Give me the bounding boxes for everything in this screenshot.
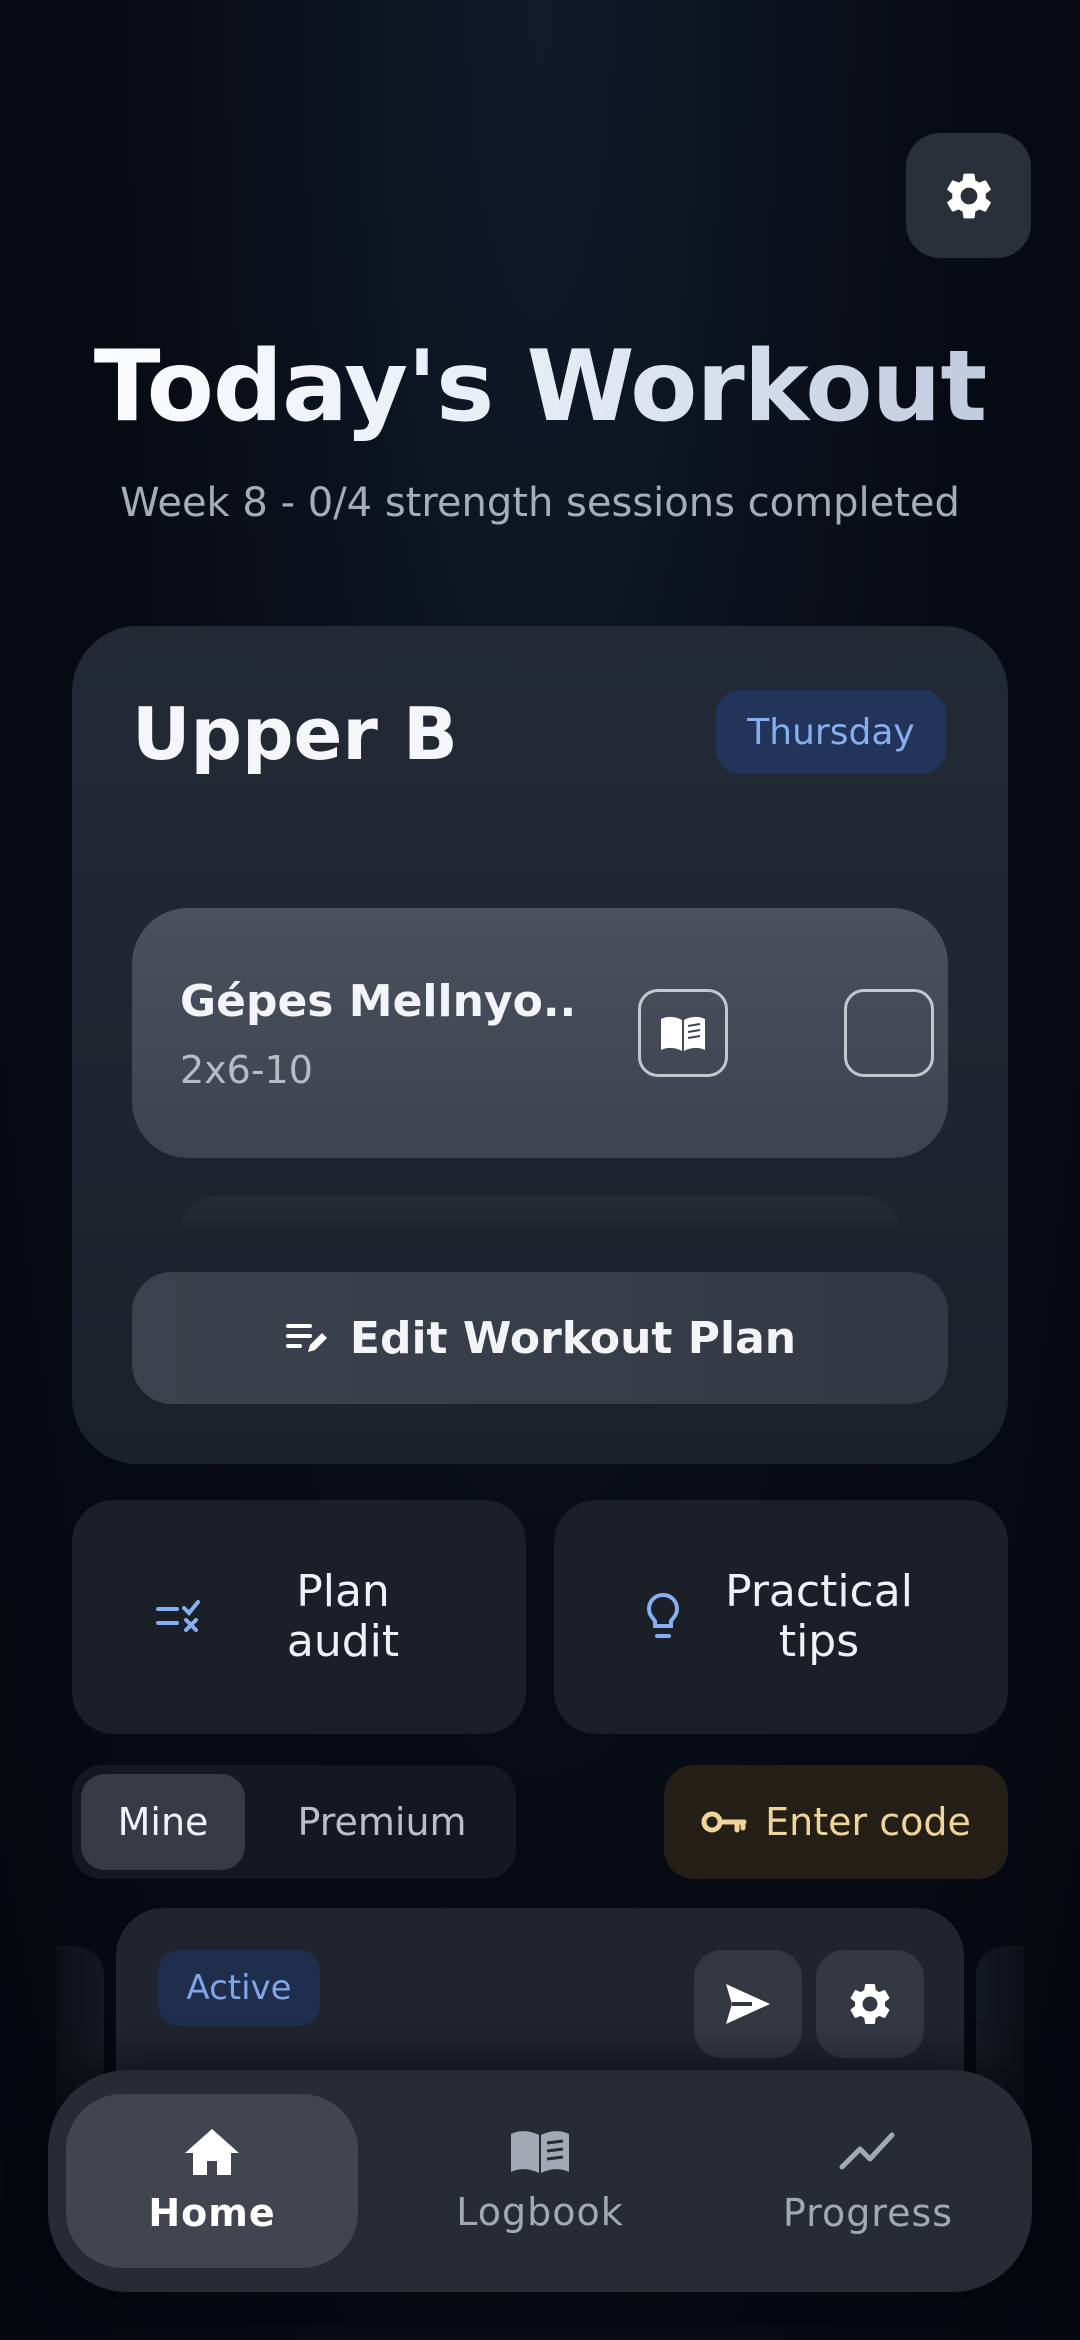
tab-premium[interactable]: Premium bbox=[272, 1774, 492, 1870]
plan-audit-label: Plan audit bbox=[286, 1566, 400, 1667]
page-subtitle: Week 8 - 0/4 strength sessions completed bbox=[120, 480, 960, 526]
exercise-row[interactable]: Gépes Mellnyo... 2x6-10 bbox=[132, 908, 948, 1158]
exercise-name: Gépes Mellnyo... bbox=[180, 976, 580, 1027]
exercise-info-button[interactable] bbox=[638, 989, 728, 1077]
exercise-sets: 2x6-10 bbox=[180, 1048, 313, 1092]
nav-progress-label: Progress bbox=[782, 2191, 954, 2235]
next-exercise-row[interactable] bbox=[178, 1196, 902, 1236]
share-plan-button[interactable] bbox=[694, 1950, 802, 2058]
bottom-navigation: Home Logbook Progress bbox=[48, 2070, 1032, 2292]
lightbulb-icon bbox=[646, 1592, 680, 1638]
book-icon bbox=[511, 2131, 569, 2173]
edit-workout-plan-button[interactable]: Edit Workout Plan bbox=[132, 1272, 948, 1404]
gear-icon bbox=[850, 1984, 890, 2024]
edit-workout-plan-label: Edit Workout Plan bbox=[349, 1312, 797, 1364]
workout-card: Upper B Thursday Gépes Mellnyo... 2x6-10 bbox=[72, 626, 1008, 1464]
gear-icon bbox=[946, 173, 991, 218]
nav-home-label: Home bbox=[148, 2191, 276, 2235]
nav-progress[interactable]: Progress bbox=[722, 2094, 1014, 2268]
plan-settings-button[interactable] bbox=[816, 1950, 924, 2058]
page-title: Today's Workout bbox=[0, 330, 1080, 444]
key-icon bbox=[701, 1811, 747, 1833]
nav-logbook[interactable]: Logbook bbox=[394, 2094, 686, 2268]
status-badge: Active bbox=[158, 1950, 320, 2026]
nav-home[interactable]: Home bbox=[66, 2094, 358, 2268]
workout-title: Upper B bbox=[132, 692, 458, 776]
practical-tips-label: Practical tips bbox=[725, 1566, 913, 1667]
settings-button[interactable] bbox=[906, 133, 1031, 258]
send-icon bbox=[726, 1984, 770, 2024]
nav-logbook-label: Logbook bbox=[456, 2190, 624, 2234]
day-badge: Thursday bbox=[716, 690, 946, 774]
tab-mine[interactable]: Mine bbox=[81, 1774, 245, 1870]
enter-code-label: Enter code bbox=[765, 1800, 971, 1844]
home-icon bbox=[185, 2129, 239, 2175]
checklist-icon bbox=[156, 1600, 200, 1632]
edit-list-icon bbox=[285, 1324, 327, 1352]
exercise-complete-checkbox[interactable] bbox=[844, 989, 934, 1077]
trending-up-icon bbox=[839, 2132, 895, 2170]
plan-audit-tile[interactable]: Plan audit bbox=[72, 1500, 526, 1734]
book-icon bbox=[661, 1016, 705, 1051]
plan-source-tabs: Mine Premium bbox=[72, 1765, 516, 1879]
practical-tips-tile[interactable]: Practical tips bbox=[554, 1500, 1008, 1734]
enter-code-button[interactable]: Enter code bbox=[664, 1765, 1008, 1879]
